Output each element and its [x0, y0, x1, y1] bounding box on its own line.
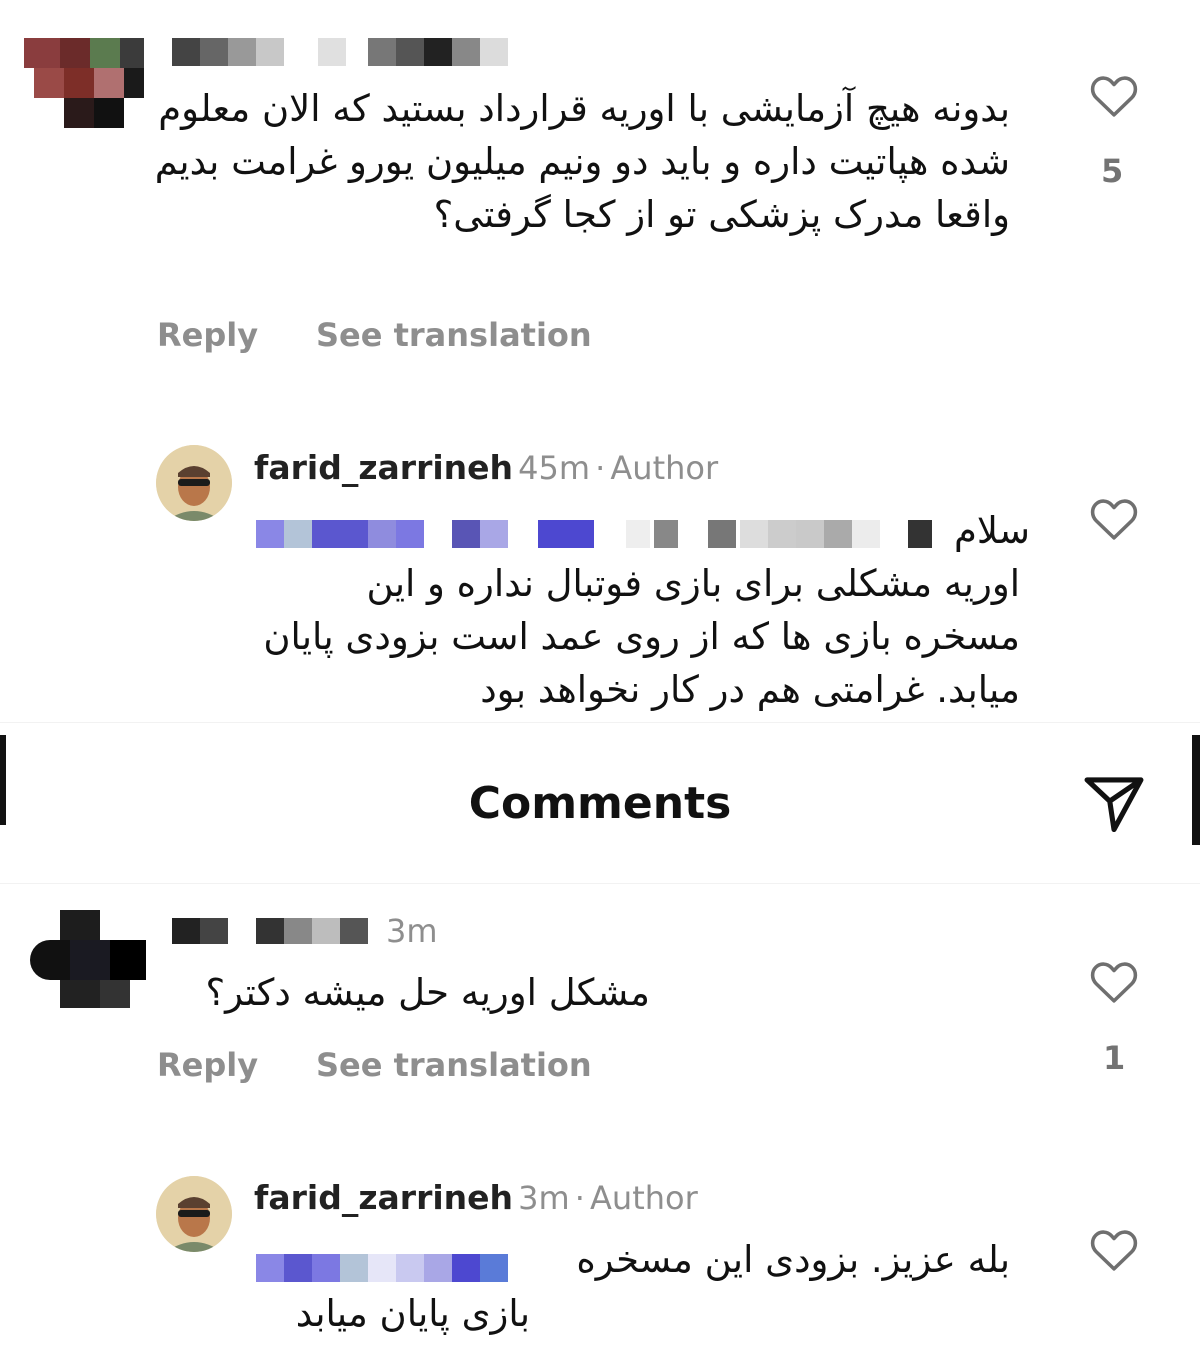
- comment-text: مشکل اوریه حل میشه دکتر؟: [205, 971, 650, 1014]
- see-translation-button[interactable]: See translation: [316, 1046, 592, 1084]
- page-title: Comments: [468, 778, 732, 829]
- separator: ·: [595, 449, 606, 487]
- comment-text: بدونه هیچ آزمایشی با اوریه قرارداد بستید…: [154, 87, 1010, 236]
- author-badge: Author: [610, 449, 719, 487]
- reply-text-line1: بله عزیز. بزودی این مسخره: [576, 1238, 1010, 1281]
- mention-pixelated[interactable]: [256, 1250, 516, 1284]
- see-translation-button[interactable]: See translation: [316, 316, 592, 354]
- username[interactable]: farid_zarrineh: [254, 448, 513, 487]
- separator: ·: [574, 1179, 585, 1217]
- avatar-pixelated[interactable]: [30, 910, 146, 1010]
- avatar[interactable]: [156, 1176, 232, 1252]
- avatar[interactable]: [156, 445, 232, 521]
- reply-greeting: سلام: [954, 509, 1030, 552]
- mention-pixelated[interactable]: [256, 516, 936, 552]
- username[interactable]: farid_zarrineh: [254, 1178, 513, 1217]
- username-pixelated[interactable]: [172, 918, 372, 944]
- username-pixelated[interactable]: [172, 38, 512, 66]
- timestamp: 45m: [518, 449, 591, 487]
- avatar-photo: [156, 1176, 232, 1252]
- timestamp: 3m: [518, 1179, 570, 1217]
- avatar-pixelated[interactable]: [24, 38, 144, 128]
- reply-header: farid_zarrineh 45m · Author: [254, 448, 718, 487]
- reply-button[interactable]: Reply: [157, 316, 258, 354]
- heart-icon[interactable]: [1088, 1226, 1140, 1272]
- reply-text: بازی پایان میابد: [295, 1292, 530, 1335]
- like-count: 1: [1103, 1039, 1126, 1077]
- heart-icon[interactable]: [1088, 495, 1140, 541]
- timestamp: 3m: [386, 912, 438, 950]
- reply-button[interactable]: Reply: [157, 1046, 258, 1084]
- avatar-photo: [156, 445, 232, 521]
- heart-icon[interactable]: [1088, 958, 1140, 1004]
- send-icon[interactable]: [1080, 770, 1148, 838]
- heart-icon[interactable]: [1088, 72, 1140, 118]
- like-count: 5: [1101, 152, 1124, 190]
- reply-text: اوریه مشکلی برای بازی فوتبال نداره و این…: [263, 562, 1020, 711]
- author-badge: Author: [590, 1179, 698, 1217]
- reply-header: farid_zarrineh 3m · Author: [254, 1178, 698, 1217]
